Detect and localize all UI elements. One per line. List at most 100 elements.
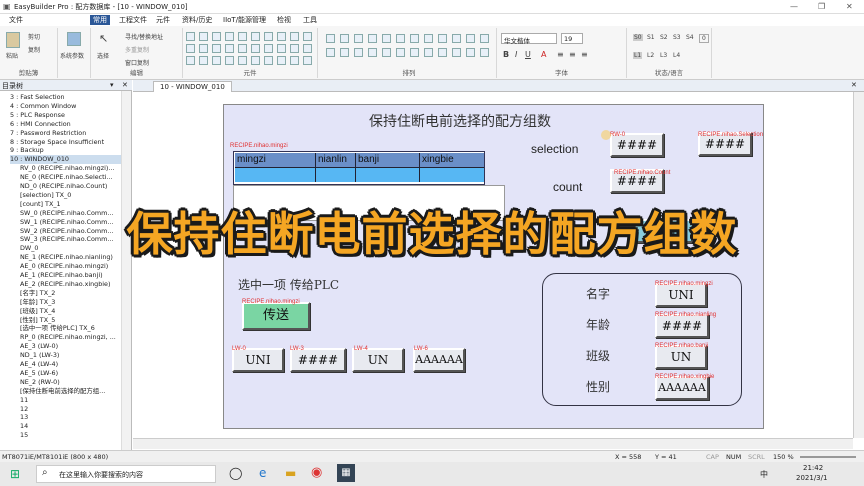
toolbar-tool-icon[interactable] bbox=[452, 34, 461, 43]
tree-item[interactable]: RP_0 (RECIPE.nihao.mingzi, ... bbox=[20, 333, 136, 342]
status-zoom[interactable]: 150 % bbox=[773, 453, 794, 461]
menu-tools[interactable]: 工具 bbox=[300, 15, 320, 25]
toolbar-tool-icon[interactable] bbox=[225, 56, 234, 65]
state-s0[interactable]: S0 bbox=[633, 34, 643, 41]
toolbar-tool-icon[interactable] bbox=[303, 44, 312, 53]
toolbar-tool-icon[interactable] bbox=[290, 44, 299, 53]
tree-item[interactable]: 6 : HMI Connection bbox=[10, 120, 126, 129]
cursor-icon[interactable]: ↖ bbox=[99, 32, 108, 45]
minimize-icon[interactable]: — bbox=[790, 2, 798, 11]
list-item[interactable] bbox=[235, 167, 316, 182]
toolbar-tool-icon[interactable] bbox=[264, 56, 273, 65]
align-left-icon[interactable]: ≡ bbox=[557, 50, 564, 59]
toolbar-tool-icon[interactable] bbox=[382, 34, 391, 43]
toolbar-tool-icon[interactable] bbox=[410, 34, 419, 43]
system-params-button[interactable]: 系统参数 bbox=[60, 51, 84, 60]
lang-l4[interactable]: L4 bbox=[673, 52, 680, 59]
toolbar-tool-icon[interactable] bbox=[410, 48, 419, 57]
toolbar-tool-icon[interactable] bbox=[326, 34, 335, 43]
tree-item[interactable]: [保持住断电前选择的配方组... bbox=[20, 387, 136, 396]
bold-icon[interactable]: B bbox=[503, 50, 509, 59]
tree-item[interactable]: 8 : Storage Space Insufficient bbox=[10, 138, 126, 147]
list-item[interactable] bbox=[316, 167, 356, 182]
align-center-icon[interactable]: ≡ bbox=[569, 50, 576, 59]
toolbar-tool-icon[interactable] bbox=[199, 56, 208, 65]
menu-data-history[interactable]: 资料/历史 bbox=[179, 15, 215, 25]
toolbar-tool-icon[interactable] bbox=[212, 44, 221, 53]
toolbar-tool-icon[interactable] bbox=[480, 48, 489, 57]
lang-l2[interactable]: L2 bbox=[647, 52, 654, 59]
tree-item[interactable]: [年龄] TX_3 bbox=[20, 298, 136, 307]
toolbar-tool-icon[interactable] bbox=[251, 44, 260, 53]
menu-iiot[interactable]: IIoT/能源管理 bbox=[220, 15, 269, 25]
tree-item[interactable]: 14 bbox=[20, 422, 136, 431]
cut-button[interactable]: 剪切 bbox=[28, 32, 40, 41]
tree-item[interactable]: AE_4 (LW-4) bbox=[20, 360, 136, 369]
toolbar-tool-icon[interactable] bbox=[382, 48, 391, 57]
toolbar-tool-icon[interactable] bbox=[368, 34, 377, 43]
toolbar-tool-icon[interactable] bbox=[186, 44, 195, 53]
align-right-icon[interactable]: ≡ bbox=[581, 50, 588, 59]
zoom-slider[interactable] bbox=[800, 456, 856, 458]
toolbar-tool-icon[interactable] bbox=[452, 48, 461, 57]
toolbar-tool-icon[interactable] bbox=[212, 32, 221, 41]
tree-item[interactable]: NE_2 (RW-0) bbox=[20, 378, 136, 387]
tree-item[interactable]: [班级] TX_4 bbox=[20, 307, 136, 316]
toolbar-tool-icon[interactable] bbox=[277, 32, 286, 41]
tree-item[interactable]: [性别] TX_5 bbox=[20, 316, 136, 325]
toolbar-tool-icon[interactable] bbox=[424, 48, 433, 57]
system-params-icon[interactable] bbox=[67, 32, 81, 46]
clock-time[interactable]: 21:42 bbox=[803, 464, 823, 472]
toolbar-tool-icon[interactable] bbox=[212, 56, 221, 65]
copy-button[interactable]: 复制 bbox=[28, 45, 40, 54]
toolbar-tool-icon[interactable] bbox=[354, 34, 363, 43]
underline-icon[interactable]: U bbox=[525, 50, 531, 59]
select-button[interactable]: 选择 bbox=[97, 51, 109, 60]
tree-item[interactable]: 7 : Password Restriction bbox=[10, 129, 126, 138]
easybuilder-taskbar-icon[interactable]: ▦ bbox=[337, 464, 355, 482]
toolbar-tool-icon[interactable] bbox=[251, 56, 260, 65]
font-size-select[interactable]: 19 bbox=[561, 33, 583, 44]
toolbar-tool-icon[interactable] bbox=[424, 34, 433, 43]
italic-icon[interactable]: I bbox=[515, 50, 517, 59]
toolbar-tool-icon[interactable] bbox=[225, 32, 234, 41]
toolbar-tool-icon[interactable] bbox=[186, 56, 195, 65]
toolbar-tool-icon[interactable] bbox=[340, 48, 349, 57]
find-replace-button[interactable]: 寻找/替换地址 bbox=[125, 32, 163, 41]
tree-item[interactable]: 10 : WINDOW_010 bbox=[10, 155, 126, 165]
list-item[interactable] bbox=[420, 167, 484, 182]
maximize-icon[interactable]: ❐ bbox=[818, 2, 825, 11]
windows-start-icon[interactable]: ⊞ bbox=[10, 467, 20, 481]
tree-item[interactable]: 5 : PLC Response bbox=[10, 111, 126, 120]
tree-item[interactable]: 9 : Backup bbox=[10, 146, 126, 155]
toolbar-tool-icon[interactable] bbox=[354, 48, 363, 57]
toolbar-tool-icon[interactable] bbox=[238, 44, 247, 53]
toolbar-tool-icon[interactable] bbox=[264, 44, 273, 53]
toolbar-tool-icon[interactable] bbox=[438, 48, 447, 57]
toolbar-tool-icon[interactable] bbox=[466, 34, 475, 43]
toolbar-tool-icon[interactable] bbox=[225, 44, 234, 53]
state-s3[interactable]: S3 bbox=[673, 34, 681, 41]
toolbar-tool-icon[interactable] bbox=[480, 34, 489, 43]
tree-item[interactable]: AE_1 (RECIPE.nihao.banji) bbox=[20, 271, 136, 280]
tree-close-icon[interactable]: ✕ bbox=[122, 81, 128, 89]
close-icon[interactable]: ✕ bbox=[846, 2, 853, 11]
toolbar-tool-icon[interactable] bbox=[238, 32, 247, 41]
font-color-icon[interactable]: A bbox=[541, 50, 546, 59]
toolbar-tool-icon[interactable] bbox=[303, 32, 312, 41]
toolbar-tool-icon[interactable] bbox=[199, 32, 208, 41]
canvas-horizontal-scrollbar[interactable] bbox=[133, 438, 853, 449]
toolbar-tool-icon[interactable] bbox=[290, 56, 299, 65]
toolbar-tool-icon[interactable] bbox=[186, 32, 195, 41]
toolbar-tool-icon[interactable] bbox=[303, 56, 312, 65]
toolbar-tool-icon[interactable] bbox=[466, 48, 475, 57]
tree-item[interactable]: 11 bbox=[20, 396, 136, 405]
state-s4[interactable]: S4 bbox=[686, 34, 694, 41]
tree-item[interactable]: AE_3 (LW-0) bbox=[20, 342, 136, 351]
task-view-icon[interactable]: ◯ bbox=[229, 466, 242, 480]
toolbar-tool-icon[interactable] bbox=[340, 34, 349, 43]
toolbar-tool-icon[interactable] bbox=[290, 32, 299, 41]
taskbar-search-input[interactable]: 在这里输入你要搜索的内容 bbox=[36, 465, 216, 483]
toolbar-tool-icon[interactable] bbox=[251, 32, 260, 41]
send-button[interactable]: 传送 bbox=[242, 302, 310, 330]
